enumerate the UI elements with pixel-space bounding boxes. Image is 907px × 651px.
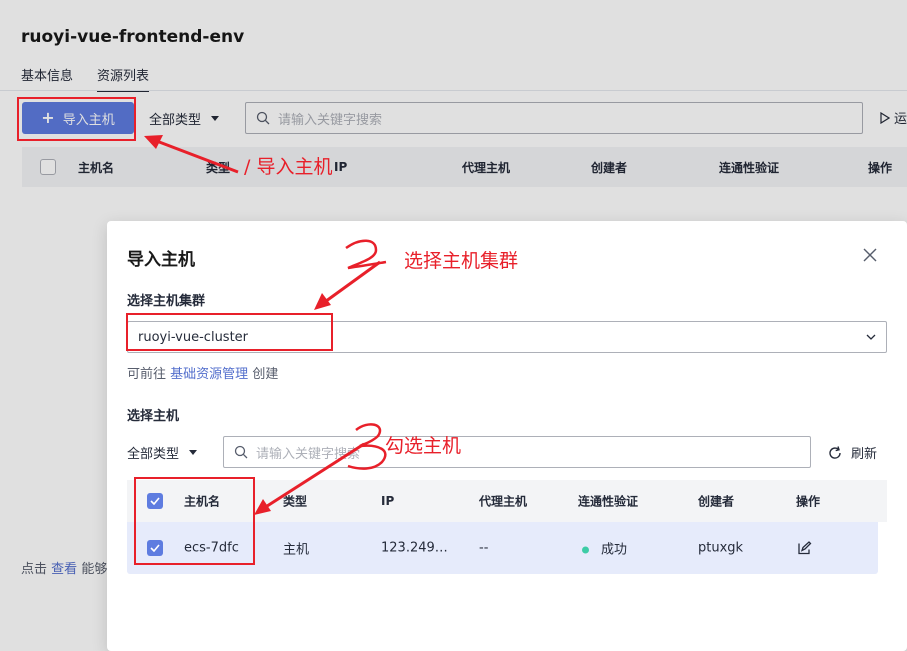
close-icon[interactable] — [862, 247, 878, 263]
connectivity-status: 成功 — [601, 542, 628, 558]
col-creator: 创建者 — [698, 494, 735, 509]
annotation-box-import — [17, 97, 136, 141]
modal-type-filter-value: 全部类型 — [127, 447, 180, 462]
row-connectivity: 成功 — [582, 539, 627, 558]
chevron-down-icon — [866, 334, 876, 340]
annotation-box-host — [134, 477, 255, 565]
annotation-box-cluster — [126, 313, 333, 351]
col-ip: IP — [381, 494, 395, 508]
col-connectivity: 连通性验证 — [578, 494, 639, 509]
basic-resource-link[interactable]: 基础资源管理 — [170, 367, 248, 382]
refresh-icon — [829, 445, 841, 459]
col-actions: 操作 — [796, 494, 821, 509]
row-type: 主机 — [283, 542, 310, 558]
col-type: 类型 — [283, 494, 308, 509]
col-proxy: 代理主机 — [479, 494, 528, 509]
caret-down-icon — [189, 450, 198, 455]
hint-suffix: 创建 — [252, 367, 279, 382]
search-icon — [234, 445, 248, 459]
edit-icon[interactable] — [797, 541, 812, 556]
dialog-title: 导入主机 — [127, 250, 195, 270]
host-section-label: 选择主机 — [127, 409, 180, 424]
refresh-label: 刷新 — [851, 447, 878, 462]
row-ip: 123.249… — [381, 540, 448, 556]
cluster-section-label: 选择主机集群 — [127, 294, 206, 309]
modal-type-filter-dropdown[interactable]: 全部类型 — [127, 443, 198, 462]
success-dot-icon — [582, 546, 589, 554]
hint-prefix: 可前往 — [127, 367, 167, 382]
modal-search-placeholder: 请输入关键字搜索 — [256, 446, 361, 462]
modal-search-input[interactable]: 请输入关键字搜索 — [223, 436, 811, 468]
row-proxy: -- — [479, 540, 489, 556]
annotation-step1-label: / 导入主机 — [244, 156, 333, 178]
annotation-step2-label: 选择主机集群 — [404, 250, 519, 272]
annotation-step3-label: 勾选主机 — [385, 435, 462, 457]
refresh-button[interactable]: 刷新 — [827, 443, 877, 462]
row-creator: ptuxgk — [698, 540, 744, 556]
import-host-dialog: 导入主机 选择主机集群 ruoyi-vue-cluster 可前往 基础资源管理… — [107, 221, 907, 651]
cluster-hint: 可前往 基础资源管理 创建 — [127, 363, 278, 382]
